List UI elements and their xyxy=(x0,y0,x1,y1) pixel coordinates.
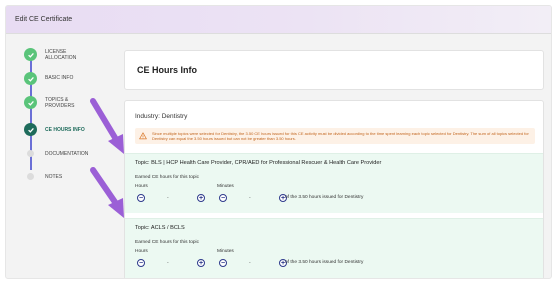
hours-suffix: of the 3.50 hours issued for Dentistry xyxy=(285,260,364,265)
check-icon xyxy=(24,72,37,85)
topic-section: Topic: BLS | HCP Health Care Provider, C… xyxy=(125,153,543,213)
hours-value[interactable]: - xyxy=(167,260,169,266)
warning-banner: Since multiple topics were selected for … xyxy=(135,128,535,144)
warning-icon xyxy=(139,132,147,140)
topic-title: Topic: BLS | HCP Health Care Provider, C… xyxy=(135,160,382,166)
check-icon xyxy=(24,48,37,61)
dialog-title: Edit CE Certificate xyxy=(15,16,73,23)
dialog-header: Edit CE Certificate xyxy=(6,6,551,34)
minutes-label: Minutes xyxy=(217,184,234,189)
earned-label: Earned CE hours for this topic xyxy=(135,240,199,245)
warning-text: Since multiple topics were selected for … xyxy=(152,131,529,141)
pending-dot-icon xyxy=(27,150,34,157)
hours-suffix: of the 3.50 hours issued for Dentistry xyxy=(285,195,364,200)
minutes-value[interactable]: - xyxy=(249,195,251,201)
check-icon xyxy=(24,96,37,109)
hours-stepper: − - + xyxy=(135,259,205,269)
plus-icon[interactable]: + xyxy=(197,259,205,267)
minus-icon[interactable]: − xyxy=(219,194,227,202)
section-title-card: CE Hours Info xyxy=(124,50,544,90)
step-label-line2: PROVIDERS xyxy=(45,103,75,109)
page-title: CE Hours Info xyxy=(137,65,197,75)
minutes-stepper: − - + xyxy=(217,259,287,269)
industry-label: Industry: Dentistry xyxy=(135,113,188,120)
minutes-label: Minutes xyxy=(217,249,234,254)
minus-icon[interactable]: − xyxy=(137,194,145,202)
minutes-stepper: − - + xyxy=(217,194,287,204)
minus-icon[interactable]: − xyxy=(137,259,145,267)
check-icon xyxy=(24,123,37,136)
minus-icon[interactable]: − xyxy=(219,259,227,267)
topic-section: Topic: ACLS / BCLS Earned CE hours for t… xyxy=(125,218,543,278)
step-label: CE HOURS INFO xyxy=(45,127,85,133)
pending-dot-icon xyxy=(27,173,34,180)
hours-value[interactable]: - xyxy=(167,195,169,201)
dialog-frame: Edit CE Certificate LICENSE ALLOCATION B… xyxy=(5,5,552,279)
earned-label: Earned CE hours for this topic xyxy=(135,175,199,180)
industry-card: Industry: Dentistry Since multiple topic… xyxy=(124,100,544,278)
hours-label: Hours xyxy=(135,249,148,254)
hours-label: Hours xyxy=(135,184,148,189)
plus-icon[interactable]: + xyxy=(197,194,205,202)
topic-title: Topic: ACLS / BCLS xyxy=(135,225,185,231)
minutes-value[interactable]: - xyxy=(249,260,251,266)
step-label: NOTES xyxy=(45,174,63,180)
step-label: BASIC INFO xyxy=(45,75,74,81)
hours-stepper: − - + xyxy=(135,194,205,204)
step-label-line2: ALLOCATION xyxy=(45,55,77,61)
step-label: DOCUMENTATION xyxy=(45,151,89,157)
